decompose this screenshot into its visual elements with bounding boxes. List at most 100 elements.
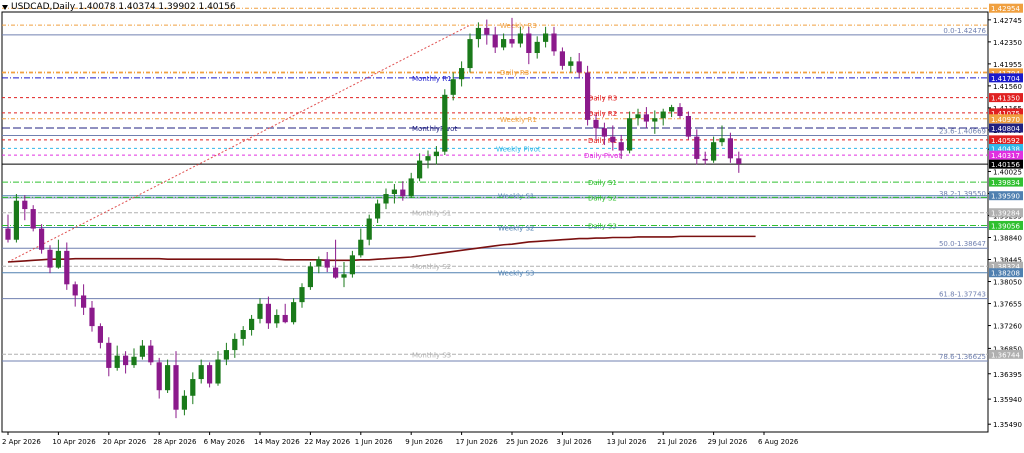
y-tick-label: 1.41955 bbox=[993, 61, 1022, 69]
candle-body bbox=[240, 330, 246, 339]
candle-body bbox=[358, 239, 364, 256]
axis-price-tag-label: 1.39056 bbox=[991, 222, 1020, 230]
candle-body bbox=[610, 136, 616, 143]
axis-price-tag-label: 1.39834 bbox=[991, 179, 1020, 187]
chart-root: USDCAD,Daily 1.40078 1.40374 1.39902 1.4… bbox=[0, 0, 1024, 449]
axis-price-tag-label: 1.39284 bbox=[991, 210, 1020, 218]
candle-body bbox=[593, 119, 599, 129]
ohlc-readout: 1.40078 1.40374 1.39902 1.40156 bbox=[78, 2, 236, 12]
fib-level-label: 50.0-1.38647 bbox=[939, 240, 986, 248]
candle-body bbox=[64, 250, 70, 285]
candle-body bbox=[22, 200, 28, 210]
axis-price-tag-label: 1.36744 bbox=[991, 351, 1020, 359]
candle-body bbox=[635, 114, 641, 119]
candle-body bbox=[677, 107, 683, 116]
x-tick-label: 14 May 2026 bbox=[254, 438, 300, 446]
x-tick-label: 2 Apr 2026 bbox=[2, 438, 41, 446]
axis-price-tag-label: 1.40156 bbox=[991, 161, 1020, 169]
candle-body bbox=[39, 228, 45, 250]
y-tick-label: 1.40025 bbox=[993, 168, 1022, 176]
candle-body bbox=[559, 51, 565, 66]
fib-level-label: 38.2-1.39550 bbox=[939, 190, 986, 198]
x-tick-label: 3 Jul 2026 bbox=[556, 438, 592, 446]
candle-body bbox=[232, 338, 238, 351]
pivot-level-label: Daily S1 bbox=[588, 179, 617, 187]
pivot-level-label: Weekly S1 bbox=[498, 193, 534, 201]
pivot-level-label: Daily Pivot bbox=[584, 152, 621, 160]
candle-body bbox=[97, 326, 103, 343]
candle-body bbox=[601, 128, 607, 137]
y-tick-label: 1.37260 bbox=[993, 323, 1022, 331]
candle-body bbox=[719, 138, 725, 143]
axis-price-tag-label: 1.40970 bbox=[991, 116, 1020, 124]
moving-average-line bbox=[7, 235, 756, 263]
candle-body bbox=[433, 151, 439, 157]
x-tick-label: 20 Apr 2026 bbox=[103, 438, 147, 446]
pivot-level-label: Weekly S2 bbox=[498, 224, 534, 232]
candle-body bbox=[47, 249, 53, 268]
y-tick-label: 1.35940 bbox=[993, 396, 1022, 404]
candle-body bbox=[131, 356, 137, 366]
candle-body bbox=[349, 255, 355, 275]
pivot-level-label: Monthly S2 bbox=[412, 263, 451, 271]
candle-body bbox=[492, 34, 498, 48]
x-tick-label: 29 Jul 2026 bbox=[708, 438, 748, 446]
candle-body bbox=[13, 200, 19, 240]
pivot-level-label: Weekly Pivot bbox=[496, 145, 541, 153]
axis-price-tag-label: 1.41350 bbox=[991, 95, 1020, 103]
candle-body bbox=[467, 39, 473, 69]
candle-body bbox=[408, 178, 414, 197]
trend-line bbox=[7, 24, 471, 263]
symbol-label: USDCAD,Daily bbox=[11, 2, 76, 12]
pivot-level-label: Daily R2 bbox=[588, 110, 617, 118]
fib-level-label: 23.6-1.40669 bbox=[939, 128, 986, 136]
x-tick-label: 13 Jul 2026 bbox=[607, 438, 647, 446]
y-tick-label: 1.38840 bbox=[993, 234, 1022, 242]
y-tick-label: 1.42745 bbox=[993, 17, 1022, 25]
candle-body bbox=[727, 138, 733, 159]
candle-body bbox=[517, 33, 523, 44]
dropdown-triangle-icon[interactable] bbox=[2, 4, 8, 10]
candle-body bbox=[282, 314, 288, 323]
candle-body bbox=[442, 94, 448, 152]
plot-frame bbox=[1, 11, 989, 433]
candle-body bbox=[501, 39, 507, 48]
candle-body bbox=[123, 355, 129, 366]
candle-body bbox=[341, 274, 347, 278]
candle-body bbox=[660, 111, 666, 119]
candle-body bbox=[568, 61, 574, 66]
candle-body bbox=[425, 156, 431, 161]
y-tick-label: 1.41560 bbox=[993, 83, 1022, 91]
candle-body bbox=[643, 114, 649, 122]
candle-body bbox=[148, 345, 154, 363]
candle-body bbox=[165, 365, 171, 391]
candle-body bbox=[576, 61, 582, 73]
candle-body bbox=[543, 33, 549, 42]
y-tick-label: 1.36395 bbox=[993, 371, 1022, 379]
candle-body bbox=[249, 318, 255, 331]
candle-body bbox=[307, 266, 313, 288]
candle-body bbox=[509, 39, 515, 44]
y-tick-label: 1.37655 bbox=[993, 301, 1022, 309]
candle-body bbox=[30, 209, 36, 229]
candle-body bbox=[694, 136, 700, 159]
x-tick-label: 9 Jun 2026 bbox=[405, 438, 443, 446]
candle-body bbox=[265, 303, 271, 324]
candle-body bbox=[181, 395, 187, 410]
chart-header: USDCAD,Daily 1.40078 1.40374 1.39902 1.4… bbox=[2, 2, 236, 12]
candle-body bbox=[375, 203, 381, 219]
candle-body bbox=[585, 72, 591, 120]
pivot-level-label: MonthlyPivot bbox=[412, 125, 457, 133]
candle-body bbox=[89, 307, 95, 327]
candle-body bbox=[139, 345, 145, 357]
axis-price-tag-label: 1.39590 bbox=[991, 193, 1020, 201]
x-tick-label: 1 Jun 2026 bbox=[355, 438, 393, 446]
y-tick-label: 1.35490 bbox=[993, 421, 1022, 429]
axis-price-tag-label: 1.40592 bbox=[991, 137, 1020, 145]
candle-body bbox=[324, 259, 330, 268]
candle-body bbox=[291, 302, 297, 323]
candle-body bbox=[391, 189, 397, 195]
candle-body bbox=[484, 27, 490, 35]
price-chart[interactable]: 0.0-1.42476 Weekly R3 Daily R3 Monthly R1 Da… bbox=[0, 0, 1024, 449]
candle-body bbox=[459, 68, 465, 80]
